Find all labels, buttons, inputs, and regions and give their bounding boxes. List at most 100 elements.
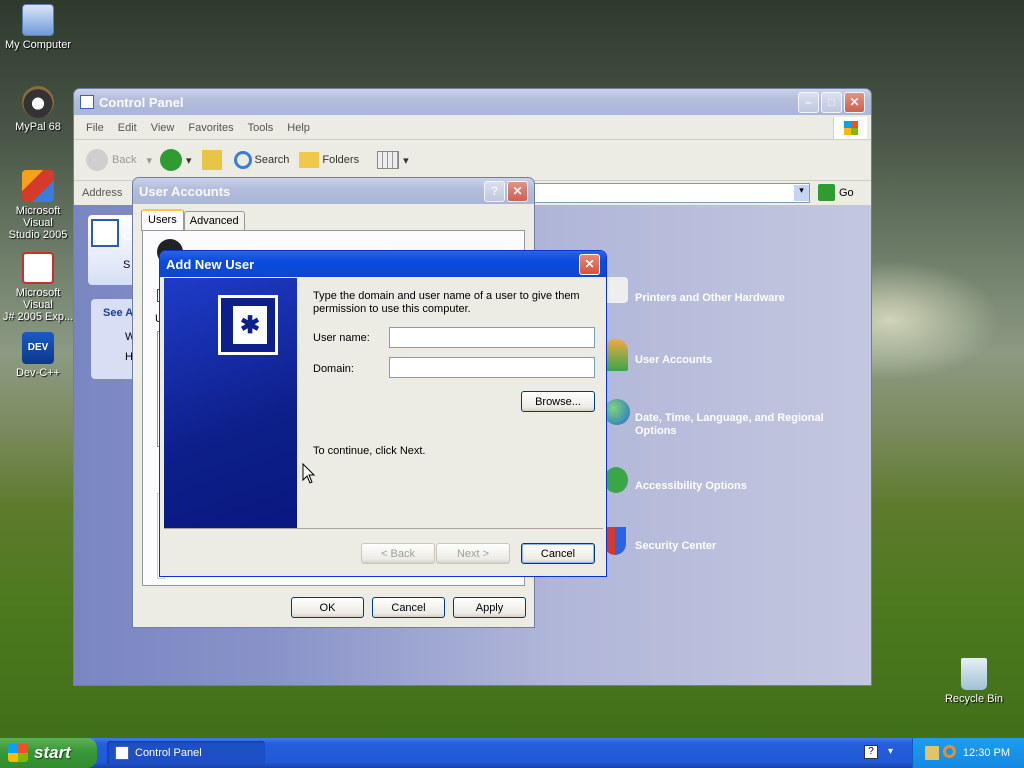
address-label: Address <box>82 186 123 199</box>
start-button[interactable]: start <box>0 738 97 768</box>
search-icon <box>233 151 252 169</box>
my-computer-icon <box>22 4 54 36</box>
taskbar-item-control-panel[interactable]: Control Panel <box>107 741 265 765</box>
user-accounts-titlebar[interactable]: User Accounts ? ✕ <box>133 178 534 204</box>
globe-icon <box>604 399 630 425</box>
menu-file[interactable]: File <box>86 122 104 134</box>
control-panel-task-box: Co S <box>88 215 139 285</box>
control-panel-big-icon <box>91 219 119 247</box>
desktop-icon-visual-studio[interactable]: Microsoft Visual Studio 2005 <box>0 170 76 241</box>
folders-label: Folders <box>322 154 360 166</box>
category-label: User Accounts <box>635 354 713 366</box>
network-tray-icon[interactable] <box>925 746 939 760</box>
desktop-icon-vj[interactable]: Microsoft Visual J# 2005 Exp... <box>0 252 76 323</box>
search-tray-icon[interactable] <box>943 745 956 758</box>
next-button[interactable]: Next > <box>436 543 510 564</box>
see-also-box: See A W H <box>91 299 137 379</box>
menu-edit[interactable]: Edit <box>118 122 137 134</box>
side-panel-link-fragment[interactable]: S <box>123 259 130 271</box>
ok-button[interactable]: OK <box>291 597 364 618</box>
username-label: User name: <box>313 332 370 344</box>
devcpp-icon: DEV <box>22 332 54 364</box>
cancel-button[interactable]: Cancel <box>521 543 595 564</box>
menu-view[interactable]: View <box>151 122 175 134</box>
window-title: Control Panel <box>99 94 184 110</box>
search-button[interactable]: Search <box>233 151 290 169</box>
desktop-icon-devcpp[interactable]: DEV Dev-C++ <box>0 332 76 379</box>
category-label: Security Center <box>635 540 717 552</box>
username-input[interactable] <box>389 327 595 348</box>
vj-icon <box>22 252 54 284</box>
up-folder-icon[interactable] <box>201 150 222 170</box>
menu-help[interactable]: Help <box>287 122 310 134</box>
mypal-icon <box>22 86 54 118</box>
go-button[interactable]: Go <box>818 184 854 201</box>
tab-advanced[interactable]: Advanced <box>183 211 245 231</box>
see-also-title: See A <box>103 307 134 319</box>
back-dropdown-icon[interactable]: ▾ <box>146 154 152 167</box>
menu-tools[interactable]: Tools <box>248 122 274 134</box>
user-accounts-icon <box>604 339 628 371</box>
go-label: Go <box>839 186 854 199</box>
system-tray: 12:30 PM <box>912 738 1024 768</box>
forward-button[interactable] <box>160 149 182 171</box>
continue-text: To continue, click Next. <box>313 445 426 457</box>
printer-icon <box>604 277 628 303</box>
menu-bar: File Edit View Favorites Tools Help <box>74 116 871 140</box>
back-button[interactable]: < Back <box>361 543 435 564</box>
minimize-button[interactable]: – <box>798 91 819 113</box>
apply-button[interactable]: Apply <box>453 597 526 618</box>
add-new-user-titlebar[interactable]: Add New User ✕ <box>160 251 606 277</box>
category-label: Printers and Other Hardware <box>635 292 785 304</box>
control-panel-app-icon <box>80 95 94 109</box>
forward-dropdown-icon[interactable]: ▾ <box>186 154 192 167</box>
control-panel-titlebar[interactable]: Control Panel – □ ✕ <box>74 89 871 115</box>
desktop-icon-recycle-bin[interactable]: Recycle Bin <box>936 658 1012 705</box>
domain-input[interactable] <box>389 357 595 378</box>
desktop-icon-mypal[interactable]: MyPal 68 <box>0 86 76 133</box>
domain-label: Domain: <box>313 363 354 375</box>
desktop-icon-label: Recycle Bin <box>944 693 1004 705</box>
desktop-icon-label: MyPal 68 <box>15 121 61 133</box>
accessibility-icon <box>604 467 628 493</box>
search-label: Search <box>254 154 290 166</box>
views-button[interactable] <box>377 151 400 169</box>
tab-strip: Users Advanced <box>141 209 245 231</box>
close-button[interactable]: ✕ <box>844 91 865 113</box>
add-new-user-dialog: Add New User ✕ ✱ Type the domain and use… <box>159 250 607 577</box>
desktop-icon-label: My Computer <box>4 39 72 51</box>
control-panel-task-icon <box>115 746 129 760</box>
menu-favorites[interactable]: Favorites <box>188 122 233 134</box>
help-button[interactable]: ? <box>484 180 505 202</box>
close-button[interactable]: ✕ <box>507 180 528 202</box>
taskbar: start Control Panel ? ▾ 12:30 PM <box>0 738 1024 768</box>
cancel-button[interactable]: Cancel <box>372 597 445 618</box>
shield-icon <box>604 527 626 555</box>
maximize-button[interactable]: □ <box>821 91 842 113</box>
dialog-title: Add New User <box>166 256 255 272</box>
desktop-icon-label: Microsoft Visual J# 2005 Exp... <box>2 287 74 323</box>
desktop-icon-my-computer[interactable]: My Computer <box>0 4 76 51</box>
desktop-icon-label: Dev-C++ <box>15 367 61 379</box>
close-button[interactable]: ✕ <box>579 253 600 275</box>
toolbar: Back ▾ ▾ Search Folders ▾ <box>74 141 871 179</box>
clock: 12:30 PM <box>962 747 1010 759</box>
folders-icon <box>299 152 320 168</box>
help-tray-icon[interactable]: ? <box>864 745 878 759</box>
tray-dropdown-icon[interactable]: ▾ <box>888 746 893 757</box>
task-label: Control Panel <box>135 747 202 759</box>
browse-button[interactable]: Browse... <box>521 391 595 412</box>
start-label: start <box>34 743 71 762</box>
wizard-key-icon: ✱ <box>218 295 278 355</box>
back-button[interactable]: Back <box>86 149 136 171</box>
wizard-banner: ✱ <box>164 278 297 528</box>
tab-users[interactable]: Users <box>141 209 184 231</box>
visual-studio-icon <box>22 170 54 202</box>
desktop-icon-label: Microsoft Visual Studio 2005 <box>8 205 68 241</box>
category-label: Date, Time, Language, and Regional Optio… <box>635 412 824 437</box>
recycle-bin-icon <box>961 658 987 690</box>
intro-text: Type the domain and user name of a user … <box>313 290 580 315</box>
views-dropdown-icon[interactable]: ▾ <box>403 154 409 167</box>
folders-button[interactable]: Folders <box>299 152 359 168</box>
address-dropdown-icon[interactable]: ▾ <box>794 185 809 201</box>
